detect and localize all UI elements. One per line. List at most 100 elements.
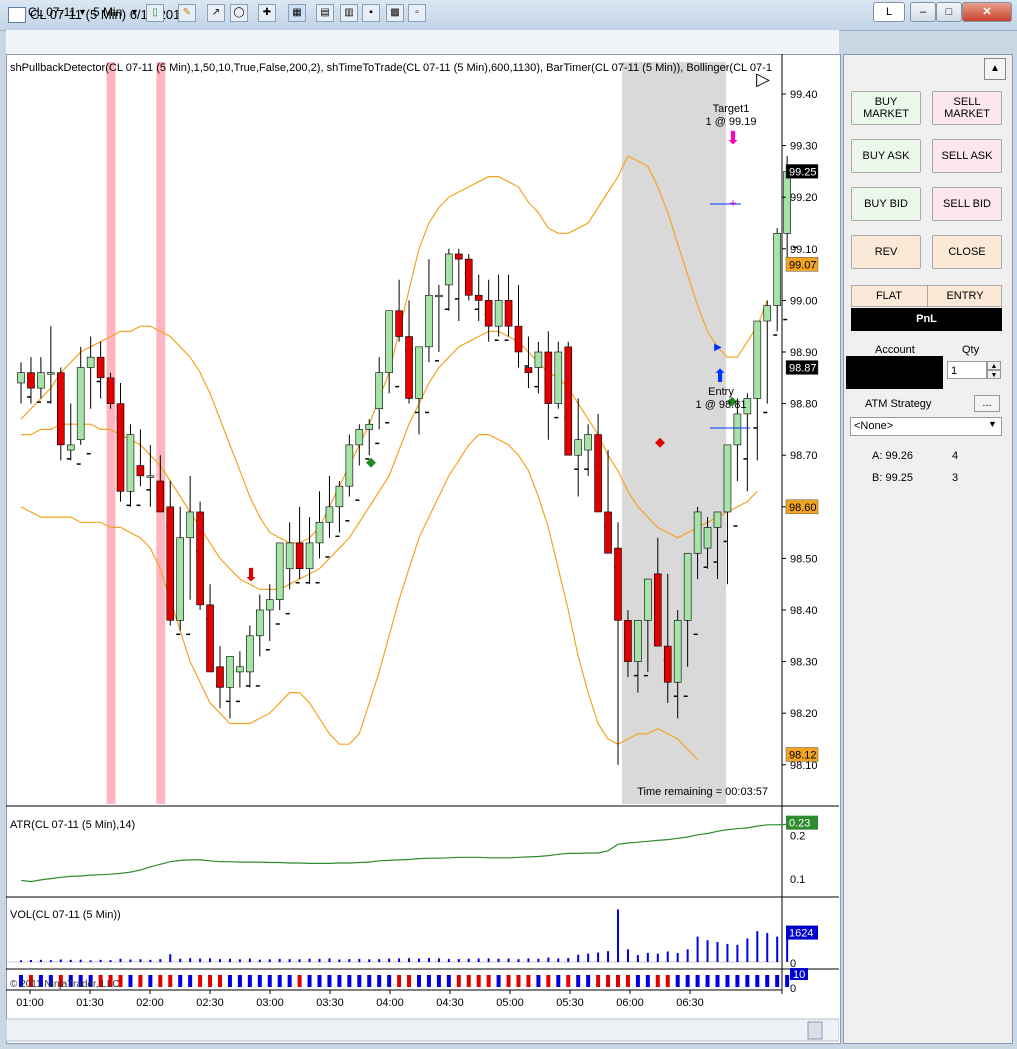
data-series-icon[interactable]: ▪ bbox=[362, 4, 380, 22]
volume-bar-13 bbox=[149, 959, 152, 962]
sell-ask-button[interactable]: SELL ASK bbox=[932, 139, 1002, 173]
volume-bar-12 bbox=[139, 959, 142, 962]
price-chart[interactable]: ⬇⬆▶⬇+▷shPullbackDetector(CL 07-11 (5 Min… bbox=[6, 54, 839, 1042]
qty-input[interactable]: 1 bbox=[947, 361, 987, 379]
candle-body bbox=[146, 475, 155, 478]
interval-selector[interactable]: 5 Min bbox=[93, 3, 122, 21]
volume-bar-74 bbox=[756, 931, 759, 962]
crosshair-icon[interactable]: ✚ bbox=[258, 4, 276, 22]
trend-strip-bar-45 bbox=[466, 975, 471, 987]
candle-body bbox=[594, 434, 602, 513]
volume-bar-4 bbox=[59, 959, 62, 962]
trend-strip-bar-15 bbox=[168, 975, 173, 987]
candle-body bbox=[176, 537, 184, 621]
bar-type-icon[interactable]: ▯ bbox=[146, 4, 164, 22]
qty-label: Qty bbox=[962, 344, 980, 356]
buy-market-button[interactable]: BUY MARKET bbox=[851, 91, 921, 125]
entry-status: ENTRY bbox=[946, 290, 984, 302]
sell-bid-button[interactable]: SELL BID bbox=[932, 187, 1002, 221]
atm-strategy-select[interactable]: <None> bbox=[850, 417, 1002, 436]
account-selector[interactable] bbox=[846, 356, 943, 389]
candle-32 bbox=[335, 481, 350, 533]
candle-body bbox=[365, 423, 374, 430]
atm-dropdown-icon[interactable]: ▼ bbox=[988, 419, 997, 429]
indicators-icon[interactable]: ▤ bbox=[316, 4, 334, 22]
volume-bar-47 bbox=[487, 958, 490, 962]
interval-dropdown-icon[interactable]: ▼ bbox=[130, 3, 139, 21]
atm-more-button[interactable]: ... bbox=[974, 395, 1000, 412]
drawing-pencil-icon[interactable]: ✎ bbox=[178, 4, 196, 22]
volume-bar-31 bbox=[328, 958, 331, 962]
volume-bar-61 bbox=[626, 949, 629, 962]
candle-body bbox=[216, 666, 224, 688]
price-badge-label: 98.12 bbox=[789, 749, 817, 761]
candle-body bbox=[265, 599, 274, 611]
volume-bar-18 bbox=[199, 958, 202, 962]
candle-body bbox=[335, 485, 344, 508]
trend-strip-bar-47 bbox=[486, 975, 491, 987]
candle-18 bbox=[196, 501, 211, 620]
draw-object-icon[interactable]: ↗ bbox=[207, 4, 225, 22]
trend-strip-bar-14 bbox=[158, 975, 163, 987]
scrollbar-thumb bbox=[807, 1021, 823, 1040]
buy-ask-button[interactable]: BUY ASK bbox=[851, 139, 921, 173]
trend-strip-bar-44 bbox=[456, 975, 461, 987]
volume-bar-63 bbox=[646, 952, 649, 962]
candle-body bbox=[723, 444, 732, 513]
candle-body bbox=[37, 372, 45, 389]
candle-body bbox=[713, 511, 722, 528]
volume-bar-29 bbox=[308, 958, 311, 962]
buy-bid-button[interactable]: BUY BID bbox=[851, 187, 921, 221]
candle-74 bbox=[753, 320, 768, 461]
strategies-icon[interactable]: ▥ bbox=[340, 4, 358, 22]
candle-body bbox=[584, 434, 592, 451]
close-position-button[interactable]: CLOSE bbox=[932, 235, 1002, 269]
target-qty: 1 @ 99.19 bbox=[706, 116, 757, 128]
volume-bar-51 bbox=[527, 958, 530, 962]
volume-bar-21 bbox=[228, 958, 231, 962]
price-tick-label: 98.30 bbox=[790, 657, 818, 669]
volume-bar-50 bbox=[517, 959, 520, 962]
link-button[interactable]: L bbox=[873, 2, 905, 22]
volume-bar-25 bbox=[268, 959, 271, 962]
properties-icon[interactable]: ▫ bbox=[408, 4, 426, 22]
maximize-icon[interactable]: □ bbox=[936, 2, 962, 22]
volume-bar-9 bbox=[109, 960, 112, 962]
close-window-icon[interactable]: ✕ bbox=[962, 2, 1012, 22]
volume-bar-10 bbox=[119, 958, 122, 962]
sell-market-button[interactable]: SELL MARKET bbox=[932, 91, 1002, 125]
volume-bar-37 bbox=[388, 958, 391, 962]
pullback-highlight-1 bbox=[156, 62, 166, 804]
candle-body bbox=[325, 506, 334, 523]
volume-bar-48 bbox=[497, 958, 500, 962]
candle-body bbox=[703, 527, 712, 549]
trend-strip-bar-51 bbox=[526, 975, 531, 987]
price-tick-label: 98.40 bbox=[790, 605, 818, 617]
strip-zero-label: 0 bbox=[790, 983, 796, 995]
entry-label: Entry bbox=[708, 386, 734, 398]
minimize-icon[interactable]: – bbox=[910, 2, 936, 22]
copy-icon[interactable]: ▩ bbox=[386, 4, 404, 22]
volume-bar-20 bbox=[219, 959, 221, 962]
candle-body bbox=[295, 542, 304, 570]
candle-body bbox=[763, 305, 772, 322]
zoom-icon[interactable]: ◯ bbox=[230, 4, 248, 22]
candle-body bbox=[305, 542, 314, 570]
trend-strip-bar-42 bbox=[436, 975, 441, 987]
instrument-selector[interactable]: CL 07-11 bbox=[28, 3, 76, 21]
pullback-highlight-0 bbox=[106, 62, 116, 804]
reverse-button[interactable]: REV bbox=[851, 235, 921, 269]
volume-bar-6 bbox=[79, 959, 82, 962]
instrument-dropdown-icon[interactable]: ▼ bbox=[78, 3, 87, 21]
trend-strip-bar-71 bbox=[725, 975, 730, 987]
volume-bar-40 bbox=[418, 958, 420, 962]
collapse-up-icon[interactable]: ▲ bbox=[984, 58, 1006, 80]
trend-strip-bar-25 bbox=[267, 975, 272, 987]
qty-up-icon[interactable]: ▲ bbox=[987, 361, 1001, 370]
qty-down-icon[interactable]: ▼ bbox=[987, 370, 1001, 379]
volume-bar-62 bbox=[636, 955, 639, 962]
volume-bar-68 bbox=[696, 936, 699, 962]
chart-trader-icon[interactable]: ▦ bbox=[288, 4, 306, 22]
candle-body bbox=[624, 620, 632, 662]
volume-bar-24 bbox=[258, 959, 261, 962]
